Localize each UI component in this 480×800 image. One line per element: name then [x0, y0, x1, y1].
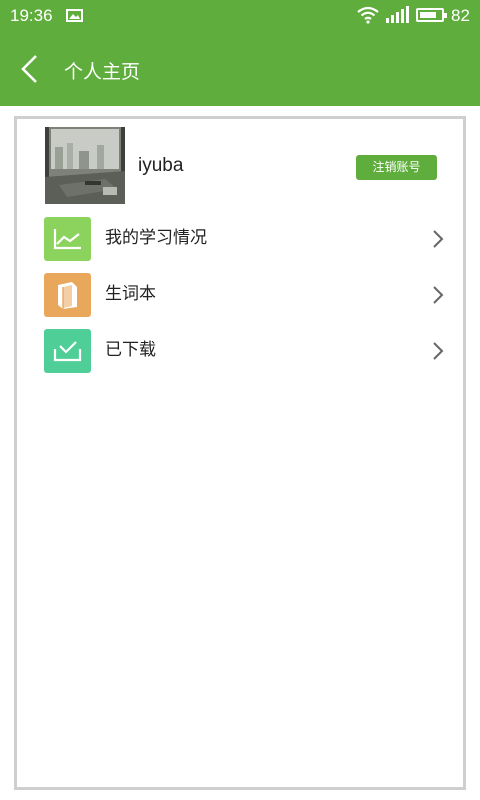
menu-item-vocabulary[interactable]: 生词本 — [17, 270, 463, 320]
menu-item-downloaded[interactable]: 已下载 — [17, 326, 463, 376]
page-title: 个人主页 — [64, 61, 141, 83]
menu-item-label: 生词本 — [105, 284, 156, 304]
menu-item-study-status[interactable]: 我的学习情况 — [17, 214, 463, 264]
avatar-photo — [45, 127, 125, 204]
chevron-right-icon — [433, 230, 444, 248]
book-icon — [44, 273, 91, 317]
menu-item-label: 我的学习情况 — [105, 228, 207, 248]
title-bar: 个人主页 — [0, 32, 480, 106]
username: iyuba — [138, 155, 184, 176]
chevron-right-icon — [433, 342, 444, 360]
back-button[interactable] — [10, 50, 50, 90]
signal-icon — [386, 6, 409, 23]
logout-button[interactable]: 注销账号 — [356, 155, 437, 180]
status-time: 19:36 — [10, 6, 53, 25]
chart-icon — [44, 217, 91, 261]
wifi-icon — [357, 6, 379, 24]
battery-icon — [416, 8, 447, 22]
chevron-right-icon — [433, 286, 444, 304]
image-icon — [66, 9, 83, 22]
status-bar: 19:36 82 — [0, 0, 480, 32]
content-panel: iyuba 注销账号 我的学习情况 生词本 已下载 — [14, 116, 466, 790]
battery-level: 82 — [451, 6, 470, 25]
download-tray-icon — [44, 329, 91, 373]
menu-item-label: 已下载 — [105, 340, 156, 360]
chevron-left-icon — [21, 55, 37, 83]
avatar[interactable] — [45, 127, 125, 204]
